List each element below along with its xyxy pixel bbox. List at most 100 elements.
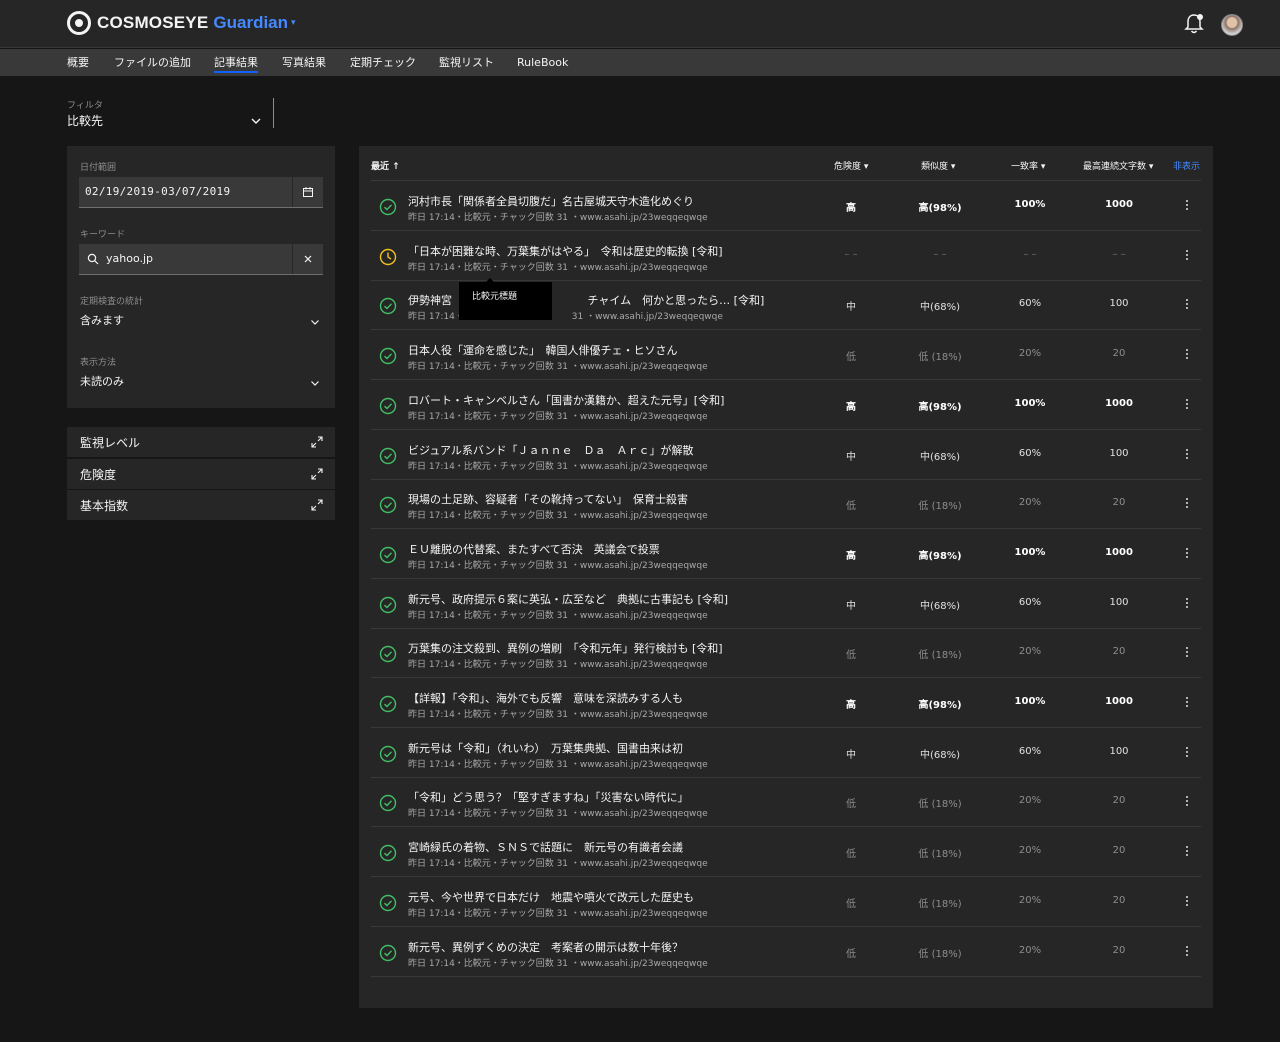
table-row[interactable]: 元号、今や世界で日本だけ 地震や噴火で改元した歴史も 昨日 17:14・比較元・チ… [371, 877, 1201, 927]
table-row[interactable]: 新元号、政府提示６案に英弘・広至など 典拠に古事記も [令和] 昨日 17:14・… [371, 579, 1201, 629]
column-header-max-chars[interactable]: 最高連続文字数 ▾ [1083, 159, 1153, 172]
nav-photo-results[interactable]: 写真結果 [282, 49, 326, 76]
checkmark-outline-icon [379, 844, 397, 862]
risk-cell: 高 [846, 700, 856, 711]
nav-periodic-check[interactable]: 定期チェック [350, 49, 416, 76]
overflow-menu-vertical-icon[interactable] [1185, 198, 1189, 214]
article-meta: 昨日 17:14・ 31 ・www.asahi.jp/23weqqeqwqe [408, 312, 723, 323]
risk-cell: 低 [846, 849, 856, 861]
max-chars-cell: 100 [1109, 745, 1129, 757]
overflow-menu-vertical-icon[interactable] [1185, 844, 1189, 860]
article-title[interactable]: ロバート・キャンベルさん「国書か漢籍か、超えた元号」[令和] [408, 392, 724, 408]
article-title[interactable]: 新元号は「令和」（れいわ） 万葉集典拠、国書由来は初 [408, 740, 683, 756]
table-row[interactable]: 日本人役「運命を感じた」 韓国人俳優チェ・ヒソさん 昨日 17:14・比較元・チャ… [371, 330, 1201, 381]
max-chars-cell: 20 [1112, 646, 1126, 658]
overflow-menu-vertical-icon[interactable] [1185, 944, 1189, 960]
overflow-menu-vertical-icon[interactable] [1185, 347, 1189, 363]
match-rate-cell: 60% [1018, 447, 1042, 459]
column-header-recent[interactable]: 最近 ↑ [371, 159, 400, 172]
overflow-menu-vertical-icon[interactable] [1185, 297, 1189, 313]
table-row[interactable]: ロバート・キャンベルさん「国書か漢籍か、超えた元号」[令和] 昨日 17:14・比… [371, 380, 1201, 430]
product-name[interactable]: Guardian [213, 13, 288, 33]
article-title[interactable]: ＥＵ離脱の代替案、またすべて否決 英議会で投票 [408, 541, 660, 557]
article-title[interactable]: ビジュアル系バンド「Ｊａｎｎｅ Ｄａ Ａｒｃ」が解散 [408, 442, 693, 458]
nav-overview[interactable]: 概要 [67, 49, 89, 76]
table-row[interactable]: 「日本が困難な時、万葉集がはやる」 令和は歴史的転換 [令和] 昨日 17:14・… [371, 231, 1201, 281]
periodic-stats-label: 定期検査の統計 [80, 297, 144, 307]
table-row[interactable]: 現場の土足跡、容疑者「その靴持ってない」 保育士殺害昨日 17:14・比較元・チ… [371, 479, 1201, 530]
nav-watch-list[interactable]: 監視リスト [439, 49, 494, 76]
overflow-menu-vertical-icon[interactable] [1185, 794, 1189, 810]
accordion-risk[interactable]: 危険度 [67, 459, 335, 489]
nav-article-results[interactable]: 記事結果 [214, 49, 258, 76]
overflow-menu-vertical-icon[interactable] [1185, 248, 1189, 264]
chevron-down-icon[interactable] [249, 114, 263, 128]
nav-add-file[interactable]: ファイルの追加 [114, 49, 191, 76]
nav-rulebook[interactable]: RuleBook [517, 49, 568, 76]
clear-keyword-button[interactable] [293, 244, 323, 274]
overflow-menu-vertical-icon[interactable] [1185, 745, 1189, 761]
article-title[interactable]: 現場の土足跡、容疑者「その靴持ってない」 保育士殺害 [408, 491, 688, 507]
article-title[interactable]: 新元号、異例ずくめの決定 考案者の開示は数十年後？ [408, 939, 683, 955]
checkmark-outline-icon [379, 198, 397, 216]
periodic-stats-dropdown[interactable]: 含みます [80, 312, 323, 332]
table-row[interactable]: 【詳報】「令和」、海外でも反響 意味を深読みする人も 昨日 17:14・比較元・チ… [371, 678, 1201, 728]
article-meta: 昨日 17:14・比較元・チャック回数 31 ・www.asahi.jp/23w… [408, 809, 708, 820]
article-title[interactable]: 元号、今や世界で日本だけ 地震や噴火で改元した歴史も [408, 889, 694, 905]
keyword-value[interactable]: yahoo.jp [106, 252, 153, 265]
accordion-monitor-level[interactable]: 監視レベル [67, 427, 335, 457]
table-row[interactable]: 新元号は「令和」（れいわ） 万葉集典拠、国書由来は初 昨日 17:14・比較元・チ… [371, 728, 1201, 778]
date-range-label: 日付範囲 [80, 163, 117, 173]
brand-logo[interactable]: COSMOSEYE Guardian ▾ [67, 11, 296, 35]
calendar-button[interactable] [293, 177, 323, 207]
article-title[interactable]: 日本人役「運命を感じた」 韓国人俳優チェ・ヒソさん [408, 342, 678, 358]
overflow-menu-vertical-icon[interactable] [1185, 894, 1189, 910]
article-meta: 昨日 17:14・比較元・チャック回数 31 ・www.asahi.jp/23w… [408, 511, 708, 522]
overflow-menu-vertical-icon[interactable] [1185, 397, 1189, 413]
table-row[interactable]: ＥＵ離脱の代替案、またすべて否決 英議会で投票昨日 17:14・比較元・チャック… [371, 529, 1201, 579]
display-method-dropdown[interactable]: 未読のみ [80, 373, 323, 393]
article-title[interactable]: 宮崎緑氏の着物、ＳＮＳで話題に 新元号の有識者会議 [408, 839, 683, 855]
article-meta: 昨日 17:14・比較元・チャック回数 31 ・www.asahi.jp/23w… [408, 560, 708, 571]
notification-bell-icon[interactable] [1184, 13, 1204, 35]
column-header-match-rate[interactable]: 一致率 ▾ [1011, 159, 1045, 172]
product-caret-icon[interactable]: ▾ [291, 18, 296, 28]
overflow-menu-vertical-icon[interactable] [1185, 546, 1189, 562]
table-row[interactable]: 「令和」どう思う？「堅すぎますね」「災害ない時代に」昨日 17:14・比較元・チ… [371, 777, 1201, 828]
risk-cell: 低 [846, 898, 856, 910]
match-rate-cell: 60% [1018, 596, 1042, 608]
article-title[interactable]: 「日本が困難な時、万葉集がはやる」 令和は歴史的転換 [令和] [408, 243, 723, 259]
table-row[interactable]: 新元号、異例ずくめの決定 考案者の開示は数十年後？ 昨日 17:14・比較元・チャ… [371, 927, 1201, 977]
filter-panel: 日付範囲 02/19/2019-03/07/2019 キーワード yahoo.j… [67, 146, 335, 408]
article-title[interactable]: 万葉集の注文殺到、異例の増刷 「令和元年」発行検討も [令和] [408, 640, 723, 656]
table-row[interactable]: ビジュアル系バンド「Ｊａｎｎｅ Ｄａ Ａｒｃ」が解散 昨日 17:14・比較元・チ… [371, 430, 1201, 480]
match-rate-cell: 100% [1014, 199, 1046, 210]
similarity-cell: 高(98%) [918, 401, 962, 413]
overflow-menu-vertical-icon[interactable] [1185, 496, 1189, 512]
overflow-menu-vertical-icon[interactable] [1185, 695, 1189, 711]
table-row[interactable]: 宮崎緑氏の着物、ＳＮＳで話題に 新元号の有識者会議 昨日 17:14・比較元・チャ… [371, 827, 1201, 878]
article-title[interactable]: 河村市長「関係者全員切腹だ」名古屋城天守木造化めぐり [408, 193, 694, 209]
filter-dropdown[interactable]: 比較先 [67, 112, 103, 129]
column-header-risk[interactable]: 危険度 ▾ [834, 159, 868, 172]
match-rate-cell: 60% [1018, 298, 1042, 310]
overflow-menu-vertical-icon[interactable] [1185, 447, 1189, 463]
overflow-menu-vertical-icon[interactable] [1185, 596, 1189, 612]
max-chars-cell: 1000 [1105, 696, 1133, 707]
risk-cell: 高 [846, 550, 856, 562]
date-range-value[interactable]: 02/19/2019-03/07/2019 [85, 185, 230, 198]
table-row[interactable]: 万葉集の注文殺到、異例の増刷 「令和元年」発行検討も [令和] 昨日 17:14・… [371, 628, 1201, 679]
overflow-menu-vertical-icon[interactable] [1185, 645, 1189, 661]
accordion-base-index[interactable]: 基本指数 [67, 490, 335, 520]
similarity-cell: 低 (18%) [918, 352, 962, 364]
hide-columns-link[interactable]: 非表示 [1173, 159, 1200, 172]
keyword-search-field[interactable]: yahoo.jp [79, 244, 323, 275]
max-chars-cell: 20 [1112, 348, 1126, 360]
article-title[interactable]: 新元号、政府提示６案に英弘・広至など 典拠に古事記も [令和] [408, 591, 728, 607]
column-header-similarity[interactable]: 類似度 ▾ [921, 159, 955, 172]
article-title[interactable]: 【詳報】「令和」、海外でも反響 意味を深読みする人も [408, 690, 683, 706]
avatar[interactable] [1221, 14, 1243, 36]
article-title[interactable]: 「令和」どう思う？「堅すぎますね」「災害ない時代に」 [408, 789, 689, 805]
table-row[interactable]: 河村市長「関係者全員切腹だ」名古屋城天守木造化めぐり 昨日 17:14・比較元・チ… [371, 181, 1201, 231]
date-range-field[interactable]: 02/19/2019-03/07/2019 [79, 177, 323, 208]
